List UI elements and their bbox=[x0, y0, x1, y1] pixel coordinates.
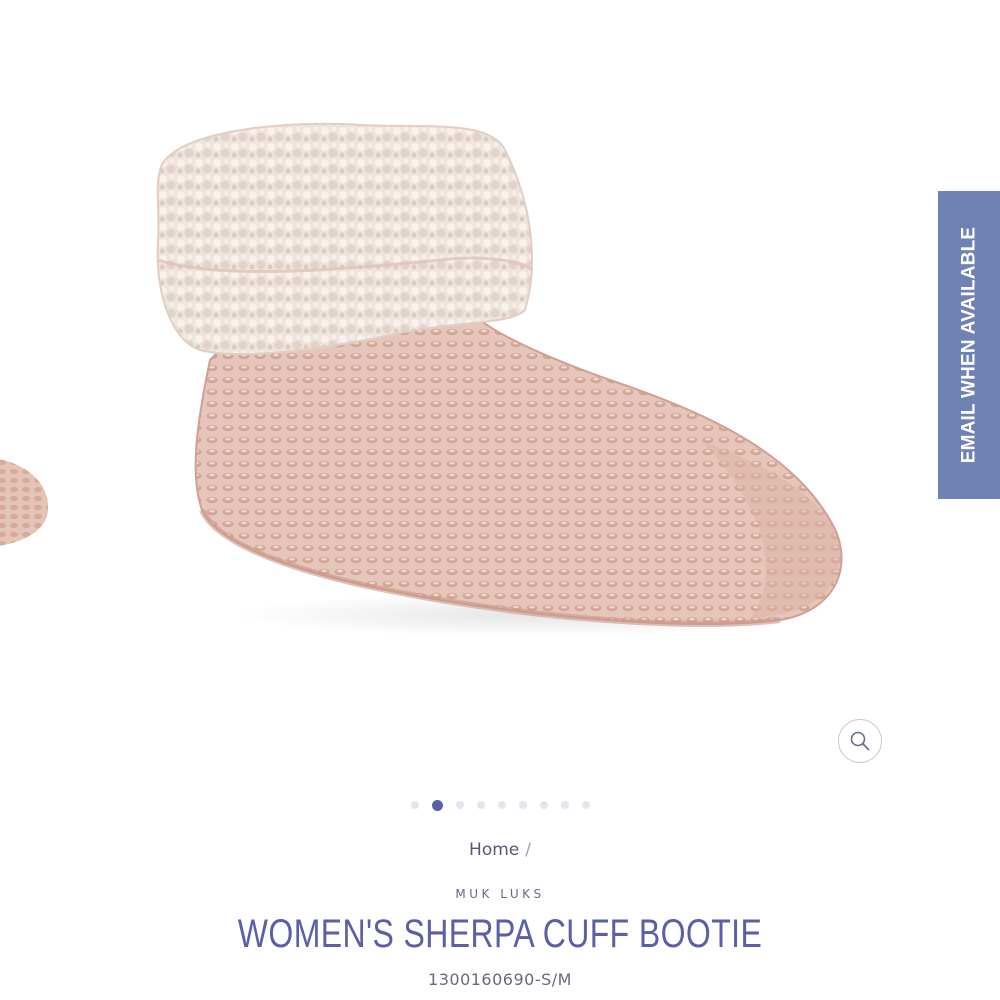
zoom-button[interactable] bbox=[838, 719, 882, 763]
pagination-dot[interactable] bbox=[410, 801, 419, 809]
email-when-available-button[interactable]: EMAIL WHEN AVAILABLE bbox=[938, 191, 1000, 499]
pagination-dot[interactable] bbox=[497, 801, 506, 809]
pagination-dot[interactable] bbox=[560, 801, 569, 809]
email-when-available-label: EMAIL WHEN AVAILABLE bbox=[958, 226, 980, 464]
product-image[interactable] bbox=[140, 110, 860, 650]
breadcrumb-separator: / bbox=[525, 840, 531, 860]
pagination-dot[interactable] bbox=[539, 801, 548, 809]
product-brand: MUK LUKS bbox=[455, 887, 545, 901]
product-sku: 1300160690-S/M bbox=[428, 970, 572, 989]
breadcrumb-home-link[interactable]: Home bbox=[469, 840, 519, 860]
pagination-dot[interactable] bbox=[581, 801, 590, 809]
product-title: WOMEN'S SHERPA CUFF BOOTIE bbox=[237, 912, 763, 956]
product-image-gallery[interactable] bbox=[0, 0, 1000, 790]
product-page: EMAIL WHEN AVAILABLE Home / MUK LUKS WOME… bbox=[0, 0, 1000, 1000]
pagination-dot[interactable] bbox=[476, 801, 485, 809]
pagination-dot[interactable] bbox=[455, 801, 464, 809]
previous-slide-image[interactable] bbox=[0, 440, 50, 560]
pagination-dot[interactable] bbox=[518, 801, 527, 809]
pagination-dot-active[interactable] bbox=[431, 799, 443, 811]
magnifier-icon bbox=[850, 731, 870, 751]
gallery-pagination bbox=[0, 798, 1000, 812]
breadcrumb: Home / bbox=[0, 840, 1000, 860]
